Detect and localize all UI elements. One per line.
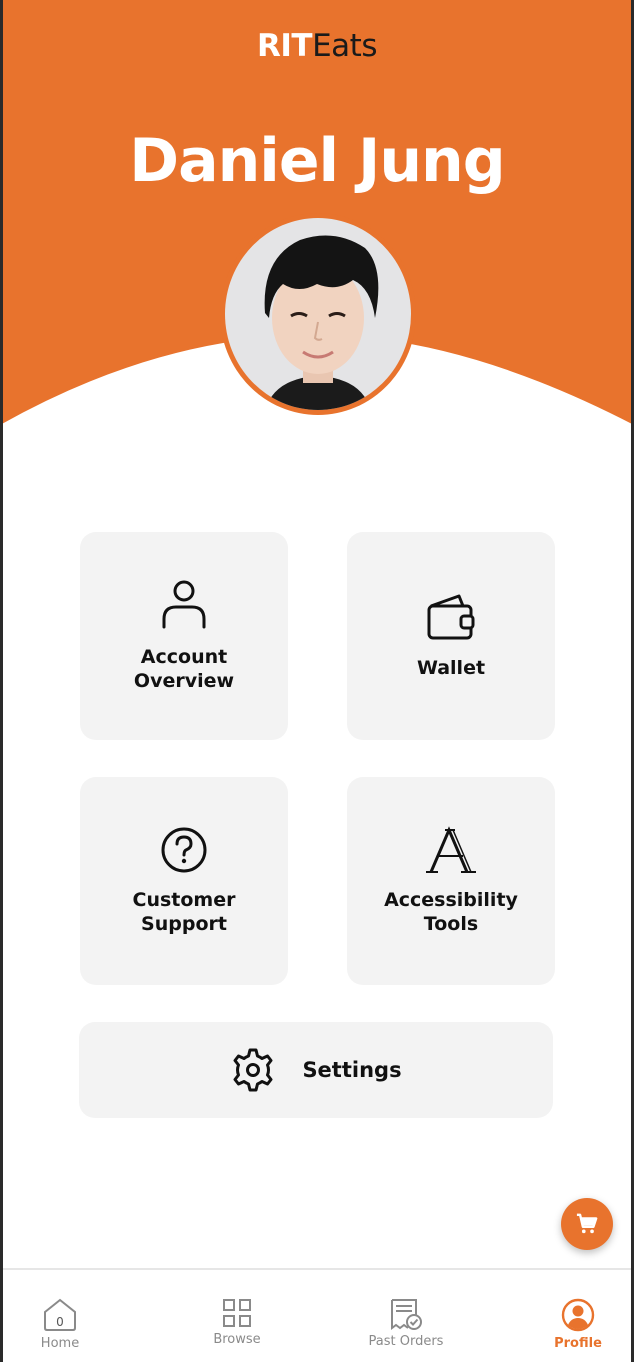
customer-support-label: Customer Support [132, 889, 236, 935]
gear-icon [233, 1048, 273, 1092]
bottom-nav: 0 Home Browse Past Orders Profile [0, 1268, 634, 1362]
font-a-icon [426, 826, 476, 873]
home-badge: 0 [56, 1315, 64, 1329]
wallet-icon [427, 594, 475, 640]
screen-edge-left [0, 0, 3, 1362]
nav-browse-label: Browse [213, 1332, 261, 1347]
cart-button[interactable] [561, 1198, 613, 1250]
nav-profile-label: Profile [554, 1336, 602, 1351]
customer-support-tile[interactable]: Customer Support [80, 777, 288, 985]
question-circle-icon [161, 827, 207, 873]
avatar[interactable] [220, 213, 416, 415]
settings-label: Settings [302, 1058, 402, 1082]
profile-icon [561, 1298, 595, 1332]
cart-icon [576, 1213, 598, 1234]
grid-icon [223, 1299, 251, 1327]
person-icon [162, 580, 206, 629]
app-title: RITEats [0, 28, 634, 64]
app-title-eats: Eats [312, 28, 377, 64]
wallet-label: Wallet [416, 657, 486, 679]
user-name: Daniel Jung [129, 126, 505, 196]
nav-home[interactable]: 0 Home [24, 1270, 96, 1362]
receipt-check-icon [391, 1299, 422, 1330]
nav-profile[interactable]: Profile [542, 1270, 614, 1362]
profile-photo [225, 218, 411, 410]
accessibility-tools-label: Accessibility Tools [384, 889, 518, 935]
settings-button[interactable]: Settings [79, 1022, 553, 1118]
nav-past-orders[interactable]: Past Orders [356, 1270, 456, 1362]
profile-screen: RITEats Daniel Jung Account Overview Wal… [0, 0, 634, 1362]
nav-browse[interactable]: Browse [196, 1270, 278, 1362]
wallet-tile[interactable]: Wallet [347, 532, 555, 740]
app-title-rit: RIT [257, 28, 313, 64]
account-overview-tile[interactable]: Account Overview [80, 532, 288, 740]
account-overview-label: Account Overview [133, 646, 235, 692]
nav-home-label: Home [40, 1336, 80, 1351]
accessibility-tools-tile[interactable]: Accessibility Tools [347, 777, 555, 985]
home-icon: 0 [44, 1298, 76, 1331]
nav-past-orders-label: Past Orders [368, 1334, 444, 1349]
